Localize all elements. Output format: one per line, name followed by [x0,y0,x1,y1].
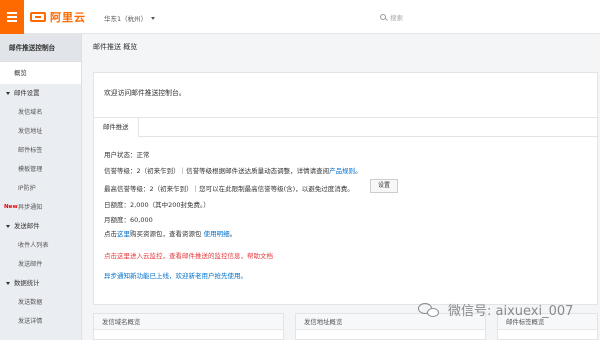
caret-down-icon [6,225,10,228]
daily-quota: 日额度：2,000（其中200封免费。） [104,201,210,209]
overview-card: 欢迎访问邮件推送控制台。 邮件推送 用户状态：正常 信誉等级：2（初来乍到）｜信… [93,72,599,305]
sidebar-item-overview[interactable]: 概览 [0,62,81,84]
welcome-text: 欢迎访问邮件推送控制台。 [104,89,186,97]
max-credit-level: 最高信誉等级：2（初来乍到）｜您可以在此限制最高信誉等级(含)，以避免过度消费。 [104,185,354,193]
credit-level-text: 信誉等级：2（初来乍到）｜信誉等级根据邮件送达质量动态调整，详情请查阅 [104,167,330,175]
sidebar-item-sender-domain[interactable]: 发信域名 [0,103,81,122]
sidebar-item-label: 异步通知 [18,204,43,211]
async-notice-link[interactable]: 异步通知新功能已上线，欢迎新老用户抢先使用。 [104,270,247,280]
menu-icon[interactable] [0,0,24,34]
monthly-quota: 月额度：60,000 [104,216,153,224]
purchase-line: 点击这里购买资源包，查看资源包 使用明细。 [104,228,236,238]
sidebar-item-sender-address[interactable]: 发信地址 [0,122,81,141]
panel-title: 发信域名概览 [94,314,283,330]
sidebar: 邮件推送控制台 概览 邮件设置 发信域名 发信地址 邮件标签 模板管理 IP防护… [0,34,82,340]
sidebar-item-send-mail[interactable]: 发送邮件 [0,255,81,274]
sidebar-group-label: 发送邮件 [14,222,40,230]
set-button[interactable]: 设置 [370,179,398,193]
caret-down-icon [6,92,10,95]
purchase-suffix: 。 [229,230,237,238]
sidebar-item-recipient-list[interactable]: 收件人列表 [0,236,81,255]
search-placeholder: 搜索 [390,14,403,22]
region-label: 华东1（杭州） [104,15,148,23]
sidebar-group-send-mail[interactable]: 发送邮件 [0,217,81,236]
purchase-middle: 购买资源包，查看资源包 [130,230,204,238]
credit-level-suffix: 。 [355,167,362,175]
wechat-watermark: 微信号: aixuexi_007 [418,300,573,319]
aliyun-logo[interactable]: 阿里云 [30,10,86,24]
product-rules-link[interactable]: 产品规则 [329,167,355,175]
sidebar-item-templates[interactable]: 模板管理 [0,160,81,179]
tab-bar: 邮件推送 [94,117,599,137]
breadcrumb: 邮件推送 概览 [93,43,138,51]
credit-level: 信誉等级：2（初来乍到）｜信誉等级根据邮件送达质量动态调整，详情请查阅产品规则。 [104,165,362,175]
sidebar-group-mail-settings[interactable]: 邮件设置 [0,84,81,103]
sidebar-group-statistics[interactable]: 数据统计 [0,274,81,293]
sidebar-item-send-data[interactable]: 发送数据 [0,293,81,312]
cloud-monitor-link[interactable]: 点击这里进入云监控，查看邮件推送的监控信息，帮助文档 [104,250,273,260]
sidebar-group-label: 数据统计 [14,279,40,287]
purchase-prefix: 点击 [104,230,117,238]
caret-down-icon [6,282,10,285]
sidebar-item-ip-protection[interactable]: IP防护 [0,179,81,198]
region-selector[interactable]: 华东1（杭州） [104,13,156,23]
purchase-here-link[interactable]: 这里 [117,230,130,238]
aliyun-logo-icon [30,12,46,22]
new-badge: New [4,204,18,210]
top-bar: 阿里云 华东1（杭州） 搜索 [0,0,600,34]
search-icon [380,14,386,20]
wechat-icon [418,301,442,319]
search-box[interactable]: 搜索 [380,12,403,22]
sidebar-item-mail-tags[interactable]: 邮件标签 [0,141,81,160]
watermark-text: 微信号: aixuexi_007 [448,304,574,319]
tab-mail-push[interactable]: 邮件推送 [94,118,139,137]
sidebar-group-label: 邮件设置 [14,89,40,97]
sender-domain-overview-panel: 发信域名概览 [93,313,284,340]
user-status: 用户状态：正常 [104,151,150,159]
usage-details-link[interactable]: 使用明细 [204,230,230,238]
logo-text: 阿里云 [50,11,86,24]
sidebar-title: 邮件推送控制台 [0,34,81,62]
chevron-down-icon [151,16,156,20]
sidebar-item-async-notify[interactable]: New 异步通知 [0,198,81,217]
sidebar-item-send-details[interactable]: 发送详情 [0,312,81,331]
